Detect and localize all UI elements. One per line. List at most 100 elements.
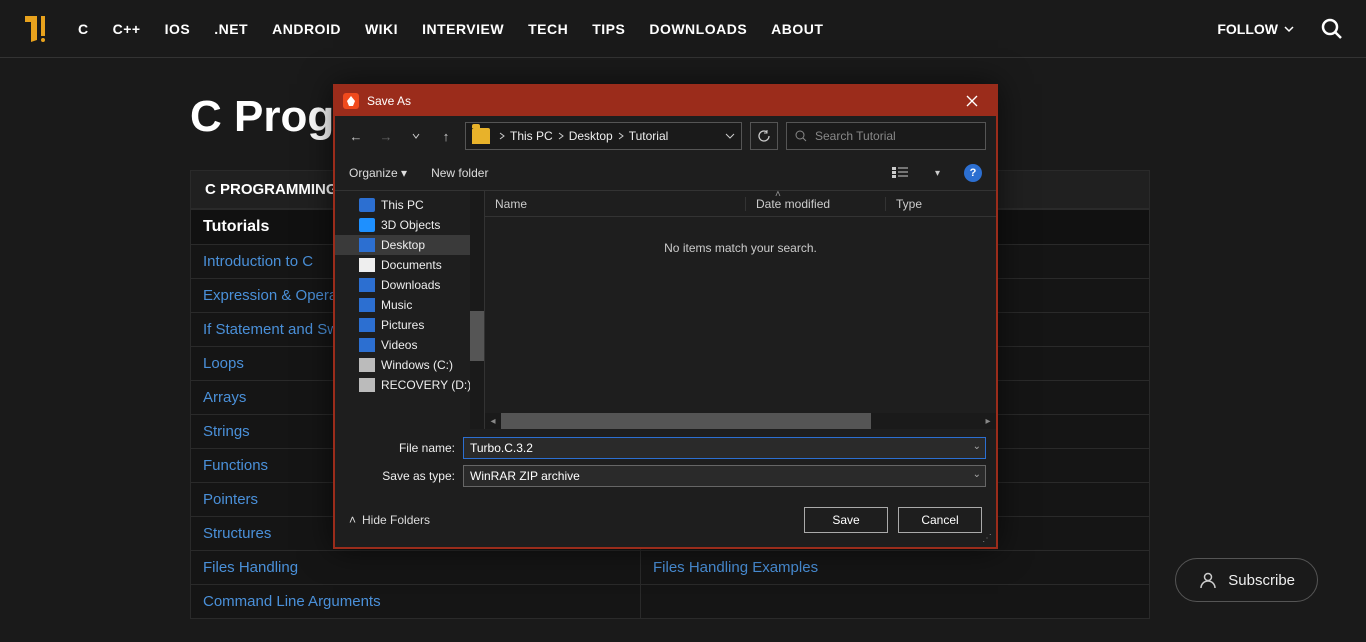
site-logo[interactable] <box>20 11 56 47</box>
chevron-down-icon <box>1284 24 1294 34</box>
tutorial-link[interactable]: Functions <box>203 457 268 474</box>
nav-tips[interactable]: TIPS <box>592 21 625 37</box>
close-button[interactable] <box>952 86 992 116</box>
tree-item-windows-c-[interactable]: Windows (C:) <box>335 355 484 375</box>
forward-button[interactable]: → <box>375 125 397 147</box>
scroll-right-icon[interactable]: ▸ <box>980 416 996 427</box>
search-button[interactable] <box>1318 15 1346 43</box>
nav-about[interactable]: ABOUT <box>771 21 823 37</box>
dropdown-arrow-icon[interactable]: ⌄ <box>973 441 981 452</box>
pic-icon <box>359 318 375 332</box>
refresh-button[interactable] <box>750 122 778 150</box>
tree-item-music[interactable]: Music <box>335 295 484 315</box>
hide-folders-toggle[interactable]: ˄ Hide Folders <box>349 513 430 527</box>
resize-grip[interactable]: ⋰ <box>982 533 994 545</box>
col-date[interactable]: Date modified <box>745 197 885 211</box>
dl-icon <box>359 278 375 292</box>
tutorial-link[interactable]: If Statement and Sw <box>203 321 338 338</box>
tutorial-link[interactable]: Expression & Opera <box>203 287 337 304</box>
tree-item-videos[interactable]: Videos <box>335 335 484 355</box>
follow-label: FOLLOW <box>1217 21 1278 37</box>
pc-icon <box>359 198 375 212</box>
tree-item-3d-objects[interactable]: 3D Objects <box>335 215 484 235</box>
tutorial-link[interactable]: Arrays <box>203 389 246 406</box>
tree-item-documents[interactable]: Documents <box>335 255 484 275</box>
tree-item-desktop[interactable]: Desktop <box>335 235 484 255</box>
search-icon <box>795 130 807 142</box>
horizontal-scrollbar[interactable]: ◂ ▸ <box>485 413 996 429</box>
new-folder-button[interactable]: New folder <box>431 166 488 180</box>
search-field[interactable]: Search Tutorial <box>786 122 986 150</box>
chevron-down-icon <box>412 132 420 140</box>
nav-c[interactable]: C <box>78 21 89 37</box>
desk-icon <box>359 238 375 252</box>
crumb-tutorial[interactable]: Tutorial <box>629 129 669 143</box>
nav-dotnet[interactable]: .NET <box>214 21 248 37</box>
nav-android[interactable]: ANDROID <box>272 21 341 37</box>
dialog-title: Save As <box>367 94 411 108</box>
tree-item-this-pc[interactable]: This PC <box>335 195 484 215</box>
dialog-nav-row: ← → ↑ This PC Desktop Tutorial Search Tu… <box>335 116 996 156</box>
search-icon <box>1320 17 1344 41</box>
tutorial-link[interactable]: Files Handling <box>203 559 298 576</box>
doc-icon <box>359 258 375 272</box>
col-type[interactable]: Type <box>885 197 996 211</box>
dropdown-arrow-icon: ▾ <box>401 166 407 180</box>
music-icon <box>359 298 375 312</box>
drive-icon <box>359 358 375 372</box>
chevron-right-icon <box>498 132 506 140</box>
nav-interview[interactable]: INTERVIEW <box>422 21 504 37</box>
tutorial-link[interactable]: Strings <box>203 423 250 440</box>
crumb-this-pc[interactable]: This PC <box>510 129 565 143</box>
crumb-desktop[interactable]: Desktop <box>569 129 625 143</box>
up-button[interactable]: ↑ <box>435 125 457 147</box>
follow-dropdown[interactable]: FOLLOW <box>1217 21 1294 37</box>
scroll-left-icon[interactable]: ◂ <box>485 416 501 427</box>
save-button[interactable]: Save <box>804 507 888 533</box>
save-as-dialog: Save As ← → ↑ This PC Desktop Tutorial S… <box>333 84 998 549</box>
breadcrumb-bar[interactable]: This PC Desktop Tutorial <box>465 122 742 150</box>
file-pane: This PC3D ObjectsDesktopDocumentsDownloa… <box>335 190 996 429</box>
nav-ios[interactable]: IOS <box>165 21 191 37</box>
nav-downloads[interactable]: DOWNLOADS <box>649 21 747 37</box>
help-button[interactable]: ? <box>964 164 982 182</box>
tree-scrollbar-thumb[interactable] <box>470 311 484 361</box>
view-options-button[interactable] <box>891 163 911 183</box>
nav-wiki[interactable]: WIKI <box>365 21 398 37</box>
save-type-select[interactable]: WinRAR ZIP archive ⌄ <box>463 465 986 487</box>
refresh-icon <box>757 129 771 143</box>
file-name-input[interactable]: Turbo.C.3.2 ⌄ <box>463 437 986 459</box>
dialog-footer: ˄ Hide Folders Save Cancel <box>335 497 996 547</box>
hscroll-thumb[interactable] <box>501 413 871 429</box>
folder-icon <box>472 128 490 144</box>
subscribe-button[interactable]: Subscribe <box>1175 558 1318 602</box>
top-navbar: C C++ IOS .NET ANDROID WIKI INTERVIEW TE… <box>0 0 1366 58</box>
tutorial-link[interactable]: Pointers <box>203 491 258 508</box>
tutorial-link[interactable]: Command Line Arguments <box>203 593 381 610</box>
tree-item-downloads[interactable]: Downloads <box>335 275 484 295</box>
back-button[interactable]: ← <box>345 125 367 147</box>
col-name[interactable]: Name <box>485 197 745 211</box>
nav-links: C C++ IOS .NET ANDROID WIKI INTERVIEW TE… <box>78 21 823 37</box>
column-headers: ˄ Name Date modified Type <box>485 191 996 217</box>
tutorial-link[interactable]: Introduction to C <box>203 253 313 270</box>
app-icon <box>343 93 359 109</box>
recent-dropdown[interactable] <box>405 125 427 147</box>
tree-item-pictures[interactable]: Pictures <box>335 315 484 335</box>
save-type-label: Save as type: <box>345 469 455 483</box>
organize-dropdown[interactable]: Organize ▾ <box>349 166 407 180</box>
example-link[interactable]: Files Handling Examples <box>653 559 818 576</box>
dropdown-arrow-icon[interactable]: ⌄ <box>973 469 981 480</box>
close-icon <box>966 95 978 107</box>
chevron-down-icon[interactable] <box>725 131 735 141</box>
tree-item-recovery-d-[interactable]: RECOVERY (D:) <box>335 375 484 395</box>
view-dropdown-arrow[interactable]: ▾ <box>935 168 940 179</box>
tutorial-link[interactable]: Structures <box>203 525 271 542</box>
nav-tech[interactable]: TECH <box>528 21 568 37</box>
cancel-button[interactable]: Cancel <box>898 507 982 533</box>
tree-scrollbar-track[interactable] <box>470 191 484 429</box>
nav-cpp[interactable]: C++ <box>113 21 141 37</box>
tutorial-link[interactable]: Loops <box>203 355 244 372</box>
dialog-titlebar[interactable]: Save As <box>335 86 996 116</box>
form-area: File name: Turbo.C.3.2 ⌄ Save as type: W… <box>335 429 996 497</box>
